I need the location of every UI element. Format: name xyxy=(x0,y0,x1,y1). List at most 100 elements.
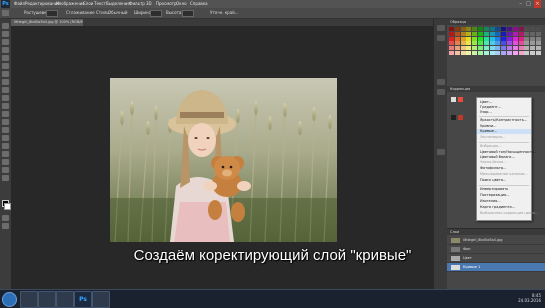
menu-window[interactable]: Окно xyxy=(176,0,187,8)
menu-item-channel-mixer[interactable]: Микширование каналов... xyxy=(480,172,528,177)
color-swatch[interactable] xyxy=(501,46,507,51)
hand-tool-icon[interactable] xyxy=(2,167,9,173)
dodge-tool-icon[interactable] xyxy=(2,127,9,133)
type-tool-icon[interactable] xyxy=(2,143,9,149)
photoshop-taskbar-icon[interactable]: Ps xyxy=(74,291,92,308)
color-swatch[interactable] xyxy=(466,27,472,31)
color-swatch[interactable] xyxy=(460,27,466,31)
height-input[interactable] xyxy=(182,10,194,17)
color-swatch[interactable] xyxy=(478,31,483,36)
menu-view[interactable]: Просмотр xyxy=(156,0,177,8)
color-swatch[interactable] xyxy=(449,36,454,41)
color-swatch[interactable] xyxy=(507,46,512,51)
color-swatch[interactable] xyxy=(518,27,524,31)
system-clock[interactable]: 8:45 24.03.2016 xyxy=(518,293,541,303)
color-swatch[interactable] xyxy=(489,41,495,46)
screen-mode-icon[interactable] xyxy=(2,223,9,229)
color-swatch[interactable] xyxy=(536,31,541,36)
color-swatch[interactable] xyxy=(449,46,454,51)
swatches-panel-header[interactable]: Образцы xyxy=(447,19,545,25)
menu-item-exposure[interactable]: Экспозиция... xyxy=(480,135,505,140)
color-swatch[interactable] xyxy=(507,51,512,55)
actions-panel-icon[interactable] xyxy=(437,35,445,41)
info-panel-icon[interactable] xyxy=(437,149,445,155)
color-swatch[interactable] xyxy=(483,36,489,41)
menu-item-posterize[interactable]: Постеризация... xyxy=(480,193,510,198)
color-swatch[interactable] xyxy=(524,31,530,36)
color-swatch[interactable] xyxy=(466,51,472,55)
paragraph-panel-icon[interactable] xyxy=(437,89,445,95)
color-swatch[interactable] xyxy=(460,46,466,51)
path-select-tool-icon[interactable] xyxy=(2,151,9,157)
color-swatch[interactable] xyxy=(454,46,460,51)
menu-item-selective-color[interactable]: Выборочная коррекция цвета... xyxy=(480,211,539,216)
color-swatch[interactable] xyxy=(454,31,460,36)
color-swatch[interactable] xyxy=(483,41,489,46)
browser-icon[interactable] xyxy=(38,291,56,308)
color-swatch[interactable] xyxy=(512,36,518,41)
menu-image[interactable]: Изображение xyxy=(56,0,85,8)
color-swatch[interactable] xyxy=(495,46,501,51)
color-swatch[interactable] xyxy=(466,31,472,36)
color-swatch[interactable] xyxy=(536,36,541,41)
color-swatch[interactable] xyxy=(483,27,489,31)
color-swatch[interactable] xyxy=(536,51,541,55)
history-brush-tool-icon[interactable] xyxy=(2,95,9,101)
color-swatch[interactable] xyxy=(460,36,466,41)
color-swatch[interactable] xyxy=(472,46,478,51)
color-swatch[interactable] xyxy=(472,27,478,31)
color-swatch[interactable] xyxy=(507,27,512,31)
color-swatch[interactable] xyxy=(518,31,524,36)
menu-item-gradient-map[interactable]: Карта градиента... xyxy=(480,205,515,210)
menu-item-brightness[interactable]: Яркость/Контрастность... xyxy=(480,118,527,123)
color-swatch[interactable] xyxy=(495,51,501,55)
color-swatch[interactable] xyxy=(512,46,518,51)
color-swatch[interactable] xyxy=(489,27,495,31)
brush-tool-icon[interactable] xyxy=(2,79,9,85)
menu-filter[interactable]: Фильтр xyxy=(129,0,145,8)
brightness-icon[interactable] xyxy=(451,97,456,102)
clone-stamp-tool-icon[interactable] xyxy=(2,87,9,93)
menu-item-vibrance[interactable]: Вибрация... xyxy=(480,144,501,149)
color-swatch[interactable] xyxy=(478,27,483,31)
width-input[interactable] xyxy=(150,10,162,17)
shape-tool-icon[interactable] xyxy=(2,159,9,165)
menu-item-invert[interactable]: Инвертировать xyxy=(480,187,508,192)
layer-row[interactable]: Цвет xyxy=(447,254,545,263)
color-swatch[interactable] xyxy=(454,36,460,41)
photo-filter-icon[interactable] xyxy=(458,115,463,120)
document-tab[interactable]: littlegirl_8bd5a5b4.jpg @ 100% (RGB/8*) xyxy=(11,19,83,26)
marquee-tool-icon[interactable] xyxy=(2,31,9,37)
document-image[interactable] xyxy=(110,78,337,242)
app-icon[interactable] xyxy=(92,291,110,308)
move-tool-icon[interactable] xyxy=(2,23,9,29)
close-icon[interactable]: × xyxy=(534,0,541,8)
quick-select-tool-icon[interactable] xyxy=(2,47,9,53)
color-swatch[interactable] xyxy=(536,41,541,46)
layer-row[interactable]: Фон xyxy=(447,245,545,254)
color-swatch[interactable] xyxy=(507,36,512,41)
menu-layers[interactable]: Слои xyxy=(83,0,93,8)
color-swatch[interactable] xyxy=(495,31,501,36)
color-swatch[interactable] xyxy=(472,51,478,55)
background-color-swatch[interactable] xyxy=(4,203,11,210)
color-swatch[interactable] xyxy=(524,36,530,41)
start-button-icon[interactable] xyxy=(2,292,17,307)
color-swatch[interactable] xyxy=(524,41,530,46)
color-swatch[interactable] xyxy=(530,46,536,51)
color-swatch[interactable] xyxy=(530,41,536,46)
menu-select[interactable]: Выделение xyxy=(106,0,130,8)
color-swatch[interactable] xyxy=(489,36,495,41)
color-swatch[interactable] xyxy=(536,27,541,31)
color-swatch[interactable] xyxy=(489,31,495,36)
character-panel-icon[interactable] xyxy=(437,79,445,85)
color-swatch[interactable] xyxy=(518,51,524,55)
menu-item-pattern[interactable]: Узор... xyxy=(480,110,492,115)
zoom-tool-icon[interactable] xyxy=(2,175,9,181)
color-swatch[interactable] xyxy=(501,27,507,31)
antialias-checkbox[interactable]: Сглаживание xyxy=(66,8,95,18)
color-swatch[interactable] xyxy=(483,31,489,36)
eraser-tool-icon[interactable] xyxy=(2,103,9,109)
color-swatch[interactable] xyxy=(449,31,454,36)
color-swatch[interactable] xyxy=(454,51,460,55)
